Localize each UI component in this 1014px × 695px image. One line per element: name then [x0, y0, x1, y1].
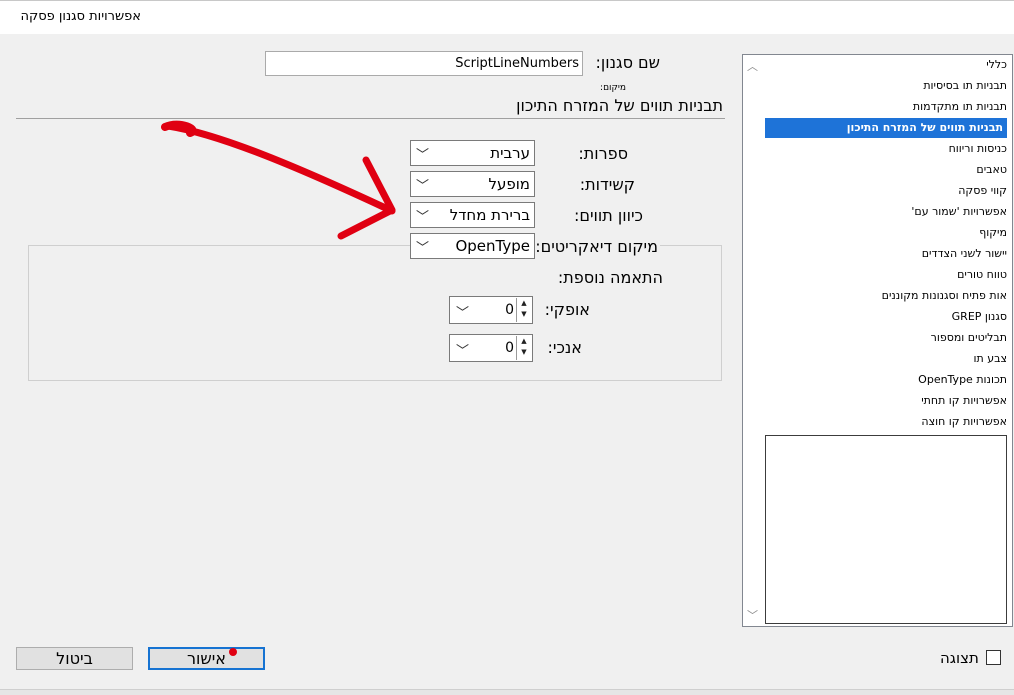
scroll-down-icon[interactable]: ﹀	[747, 607, 758, 623]
category-item-tabs[interactable]: טאבים	[976, 160, 1007, 180]
spin-down-icon[interactable]: ▼	[521, 348, 526, 356]
adjustment-group	[28, 245, 722, 381]
extra-adjustment-label: התאמה נוספת:	[557, 268, 663, 287]
category-item-general[interactable]: כללי	[986, 55, 1007, 75]
category-item-keep-options[interactable]: אפשרויות 'שמור עם'	[911, 202, 1007, 222]
style-name-label: שם סגנון:	[595, 53, 660, 72]
category-item-grep-style[interactable]: סגנון GREP	[952, 307, 1007, 327]
digits-select[interactable]: ערבית ﹀	[410, 140, 535, 166]
vertical-value[interactable]: 0	[505, 340, 514, 356]
diacritic-position-select[interactable]: OpenType ﹀	[410, 233, 535, 259]
category-item-underline[interactable]: אפשרויות קו תחתי	[921, 391, 1007, 411]
arrow-tail	[161, 120, 197, 137]
category-item-advanced-char[interactable]: תבניות תו מתקדמות	[913, 97, 1007, 117]
kashidas-select[interactable]: מופעל ﹀	[410, 171, 535, 197]
horizontal-value[interactable]: 0	[505, 302, 514, 318]
section-divider	[16, 118, 725, 119]
char-direction-label: כיוון תווים:	[573, 206, 643, 225]
kashidas-value: מופעל	[488, 175, 530, 193]
spin-up-icon[interactable]: ▲	[521, 337, 526, 345]
category-item-drop-caps[interactable]: אות פתיח וסגנונות מקוננים	[882, 286, 1007, 306]
title-bar: אפשרויות סגנון פסקה	[0, 0, 1014, 34]
cancel-button[interactable]: ביטול	[16, 647, 133, 670]
scroll-up-icon[interactable]: ︿	[747, 58, 758, 74]
window-title: אפשרויות סגנון פסקה	[20, 9, 141, 24]
chevron-down-icon[interactable]: ﹀	[456, 340, 469, 359]
category-item-strikethrough[interactable]: אפשרויות קו חוצה	[921, 412, 1007, 432]
chevron-down-icon[interactable]: ﹀	[416, 175, 429, 194]
category-item-span-columns[interactable]: טווח טורים	[957, 265, 1007, 285]
arrow-head	[337, 156, 396, 240]
char-direction-select[interactable]: ברירת מחדל ﹀	[410, 202, 535, 228]
spin-buttons[interactable]: ▲ ▼	[516, 298, 531, 322]
category-item-middle-east[interactable]: תבניות תווים של המזרח התיכון	[765, 118, 1007, 138]
category-item-hyphenation[interactable]: מיקוף	[979, 223, 1007, 243]
ok-button[interactable]: אישור	[148, 647, 265, 670]
kashidas-label: קשידות:	[579, 175, 635, 194]
category-item-bullets-numbering[interactable]: תבליטים ומספור	[931, 328, 1007, 348]
location-label: מיקום:	[600, 83, 626, 93]
chevron-down-icon[interactable]: ﹀	[416, 144, 429, 163]
category-item-basic-char[interactable]: תבניות תו בסיסיות	[923, 76, 1007, 96]
section-title: תבניות תווים של המזרח התיכון	[516, 96, 723, 115]
vertical-stepper[interactable]: 0 ﹀ ▲ ▼	[449, 334, 533, 362]
horizontal-label: אופקי:	[544, 300, 590, 319]
digits-label: ספרות:	[578, 144, 628, 163]
spin-buttons[interactable]: ▲ ▼	[516, 336, 531, 360]
category-item-indents-spacing[interactable]: כניסות וריווח	[949, 139, 1007, 159]
chevron-down-icon[interactable]: ﹀	[456, 302, 469, 321]
spin-down-icon[interactable]: ▼	[521, 310, 526, 318]
vertical-label: אנכי:	[547, 338, 582, 357]
diacritic-position-label: מיקום דיאקריטים:	[533, 237, 660, 256]
char-direction-value: ברירת מחדל	[449, 206, 530, 224]
arrow-shaft	[164, 122, 396, 215]
empty-preview-pane	[765, 435, 1007, 624]
bottom-edge	[0, 689, 1014, 695]
category-item-paragraph-rules[interactable]: קווי פסקה	[958, 181, 1007, 201]
chevron-down-icon[interactable]: ﹀	[416, 237, 429, 256]
category-item-opentype[interactable]: תכונות OpenType	[918, 370, 1007, 390]
style-name-input[interactable]: ScriptLineNumbers	[265, 51, 583, 76]
annotation-dot	[229, 648, 237, 656]
diacritic-position-value: OpenType	[455, 237, 530, 255]
spin-up-icon[interactable]: ▲	[521, 299, 526, 307]
category-item-char-color[interactable]: צבע תו	[974, 349, 1008, 369]
checkbox-icon[interactable]	[986, 650, 1001, 665]
preview-label: תצוגה	[940, 649, 979, 667]
category-list[interactable]: ︿ כללי תבניות תו בסיסיות תבניות תו מתקדמ…	[742, 54, 1013, 627]
digits-value: ערבית	[490, 144, 530, 162]
horizontal-stepper[interactable]: 0 ﹀ ▲ ▼	[449, 296, 533, 324]
category-item-justification[interactable]: יישור לשני הצדדים	[922, 244, 1007, 264]
chevron-down-icon[interactable]: ﹀	[416, 206, 429, 225]
